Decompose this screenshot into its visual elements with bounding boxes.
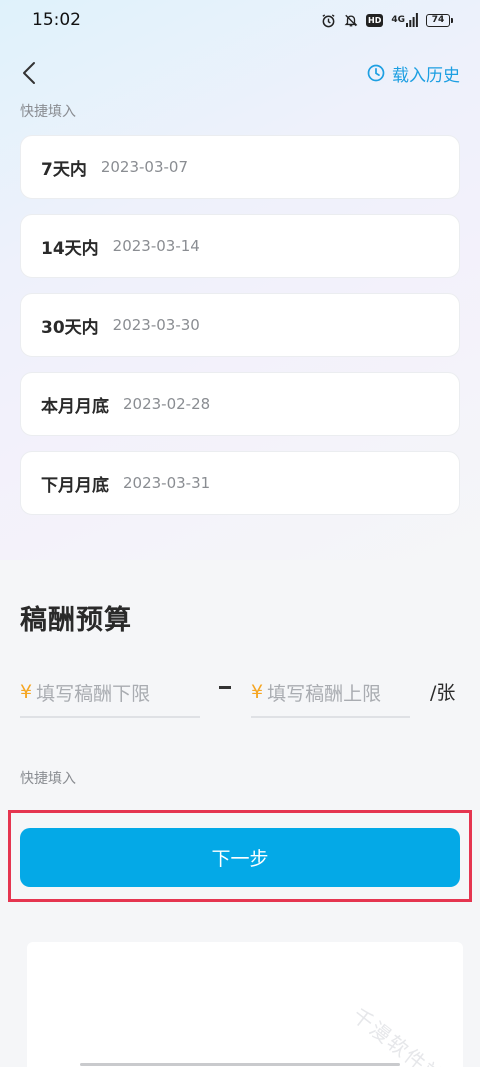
budget-min-input[interactable]: ¥ 填写稿酬下限 — [20, 668, 200, 718]
range-separator — [219, 686, 231, 689]
load-history-label: 载入历史 — [392, 65, 460, 86]
battery-icon: 74 — [426, 13, 453, 27]
quick-option-end-of-next-month[interactable]: 下月月底 2023-03-31 — [20, 451, 460, 515]
network-type-label: 4G — [391, 15, 405, 25]
quick-option-label: 7天内 — [41, 159, 87, 180]
currency-icon: ¥ — [20, 681, 33, 703]
next-step-button[interactable]: 下一步 — [20, 828, 460, 887]
budget-max-placeholder: 填写稿酬上限 — [267, 682, 382, 705]
quick-option-end-of-month[interactable]: 本月月底 2023-02-28 — [20, 372, 460, 436]
budget-title: 稿酬预算 — [20, 605, 132, 636]
quick-option-date: 2023-03-30 — [112, 316, 200, 334]
quick-option-date: 2023-02-28 — [123, 395, 211, 413]
chevron-left-icon — [23, 62, 35, 84]
bell-mute-icon — [344, 13, 358, 28]
battery-level: 74 — [431, 15, 445, 25]
home-indicator — [80, 1063, 400, 1066]
quick-option-label: 下月月底 — [41, 475, 109, 496]
budget-max-input[interactable]: ¥ 填写稿酬上限 — [251, 668, 410, 718]
deadline-quick-list: 7天内 2023-03-07 14天内 2023-03-14 30天内 2023… — [20, 135, 460, 530]
quick-option-label: 30天内 — [41, 317, 99, 338]
currency-icon: ¥ — [251, 681, 264, 703]
budget-quick-fill-hint: 快捷填入 — [20, 771, 76, 787]
quick-option-date: 2023-03-14 — [112, 237, 200, 255]
load-history-button[interactable]: 载入历史 — [367, 60, 460, 86]
status-time: 15:02 — [32, 10, 81, 30]
quick-option-14-days[interactable]: 14天内 2023-03-14 — [20, 214, 460, 278]
quick-option-date: 2023-03-31 — [123, 474, 211, 492]
quick-option-label: 14天内 — [41, 238, 99, 259]
back-button[interactable] — [14, 58, 44, 88]
signal-icon: 4G — [391, 13, 418, 27]
budget-range-row: ¥ 填写稿酬下限 ¥ 填写稿酬上限 /张 — [20, 668, 465, 720]
clock-icon — [367, 64, 385, 82]
budget-min-placeholder: 填写稿酬下限 — [36, 682, 151, 705]
quick-option-date: 2023-03-07 — [100, 158, 189, 176]
status-icons: HD 4G 74 — [321, 13, 453, 28]
hd-icon: HD — [366, 13, 384, 27]
quick-option-label: 本月月底 — [41, 396, 109, 417]
budget-unit-label: /张 — [430, 682, 456, 704]
alarm-icon — [321, 13, 336, 28]
quick-option-7-days[interactable]: 7天内 2023-03-07 — [20, 135, 460, 199]
status-bar: 15:02 HD 4G 74 — [0, 0, 480, 40]
deadline-quick-fill-hint: 快捷填入 — [20, 104, 76, 120]
quick-option-30-days[interactable]: 30天内 2023-03-30 — [20, 293, 460, 357]
